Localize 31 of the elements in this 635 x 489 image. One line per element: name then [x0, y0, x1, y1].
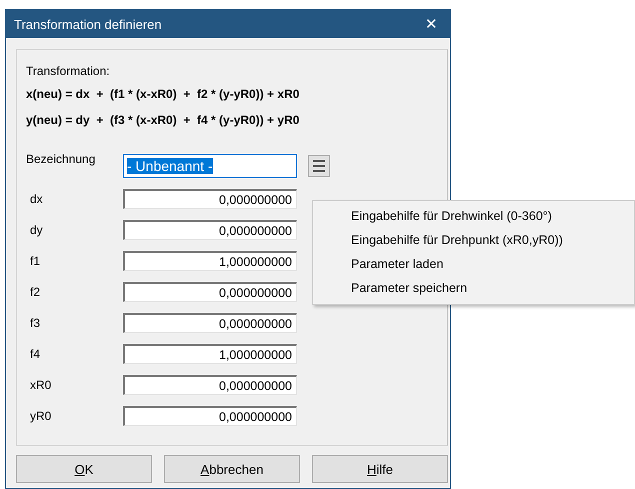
- close-icon[interactable]: ✕: [421, 15, 442, 33]
- number-field[interactable]: 0,000000000: [123, 282, 297, 302]
- field-label: yR0: [29, 409, 52, 423]
- field-label: f4: [29, 347, 42, 361]
- number-field[interactable]: 0,000000000: [123, 189, 297, 209]
- menu-item[interactable]: Eingabehilfe für Drehwinkel (0-360°): [313, 204, 634, 228]
- window-title: Transformation definieren: [14, 16, 162, 32]
- field-label: Bezeichnung: [26, 152, 96, 166]
- cancel-button[interactable]: Abbrechen: [164, 455, 300, 483]
- help-button[interactable]: Hilfe: [312, 455, 448, 483]
- field-label: f2: [29, 285, 42, 299]
- field-label: f3: [29, 316, 42, 330]
- formula-line: y(neu) = dy + (f3 * (x-xR0) + f4 * (y-yR0)) + yR0: [26, 113, 300, 127]
- number-field[interactable]: 0,000000000: [123, 375, 297, 395]
- name-field[interactable]: - Unbenannt -: [123, 154, 297, 178]
- menu-icon[interactable]: [308, 155, 330, 177]
- field-label: xR0: [29, 378, 52, 392]
- number-field[interactable]: 0,000000000: [123, 220, 297, 240]
- field-label: dy: [29, 223, 44, 237]
- number-field[interactable]: 1,000000000: [123, 251, 297, 271]
- menu-item[interactable]: Eingabehilfe für Drehpunkt (xR0,yR0)): [313, 228, 634, 252]
- number-field[interactable]: 0,000000000: [123, 313, 297, 333]
- number-field[interactable]: 0,000000000: [123, 406, 297, 426]
- field-label: f1: [29, 254, 42, 268]
- number-field[interactable]: 1,000000000: [123, 344, 297, 364]
- menu-item[interactable]: Parameter speichern: [313, 276, 634, 300]
- formula-line: x(neu) = dx + (f1 * (x-xR0) + f2 * (y-yR0)) + xR0: [26, 87, 300, 101]
- ok-button[interactable]: OK: [16, 455, 152, 483]
- field-label: dx: [29, 192, 44, 206]
- formula-heading: Transformation:: [26, 64, 110, 78]
- menu-item[interactable]: Parameter laden: [313, 252, 634, 276]
